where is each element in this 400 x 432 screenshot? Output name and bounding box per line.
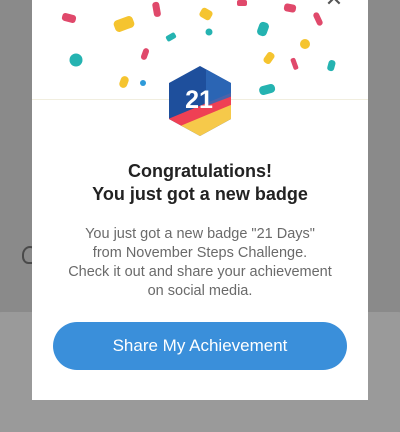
title-line-2: You just got a new badge (92, 184, 308, 204)
description-line: You just got a new badge "21 Days" (85, 226, 315, 242)
badge-number: 21 (185, 86, 213, 114)
title-line-1: Congratulations! (128, 161, 272, 181)
description-line: on social media. (147, 283, 253, 299)
close-icon[interactable]: ✕ (322, 0, 346, 12)
share-achievement-button[interactable]: Share My Achievement (53, 322, 347, 370)
dialog-description: You just got a new badge "21 Days" from … (52, 225, 348, 301)
dialog-title: Congratulations! You just got a new badg… (32, 160, 368, 206)
description-line: from November Steps Challenge. (92, 245, 308, 261)
badge-dialog: ✕ 21 Congratulations! You just got a new… (32, 0, 368, 400)
badge-21-days-icon: 21 (169, 66, 231, 136)
description-line: Check it out and share your achievement (68, 264, 332, 280)
